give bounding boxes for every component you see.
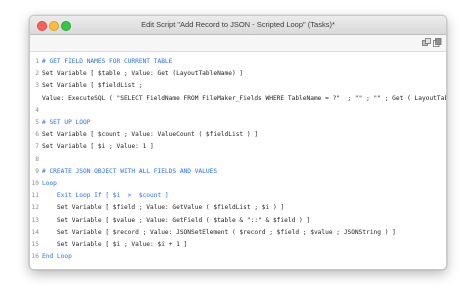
line-number: 3 [35,82,39,90]
line-number: 4 [35,106,39,114]
script-control-step: Exit Loop If [ $i > $count ] [42,192,169,200]
title-bar[interactable]: Edit Script "Add Record to JSON - Script… [30,16,446,35]
script-step: Set Variable [ $table ; Value: Get (Layo… [42,70,244,78]
line-number: 15 [31,241,39,248]
minimize-window-button[interactable] [49,21,59,31]
script-step: Set Variable [ $count ; Value: ValueCoun… [42,131,259,139]
line-number: 10 [31,180,39,187]
zoom-window-button[interactable] [61,21,71,31]
line-number: 6 [35,131,39,139]
script-line[interactable]: Value: ExecuteSQL ( "SELECT FieldName FR… [30,93,446,105]
script-step: Set Variable [ $i ; Value: $i + 1 ] [42,241,188,248]
script-comment: # GET FIELD NAMES FOR CURRENT TABLE [42,58,173,65]
script-line[interactable]: 6 Set Variable [ $count ; Value: ValueCou… [30,129,446,141]
script-line[interactable]: 2 Set Variable [ $table ; Value: Get (Lay… [30,68,446,80]
script-line[interactable]: 7 Set Variable [ $i ; Value: 1 ] [30,141,446,153]
line-number: 5 [35,119,39,126]
script-line[interactable]: 8 [30,154,446,166]
script-line[interactable]: 13 Set Variable [ $value ; Value: GetFie… [30,215,446,227]
script-line[interactable]: 9 # CREATE JSON OBJECT WITH ALL FIELDS AN… [30,166,446,178]
window-title: Edit Script "Add Record to JSON - Script… [141,20,335,29]
line-number: 1 [35,58,39,65]
copy-icon[interactable] [433,38,442,47]
script-comment: # SET UP LOOP [42,119,91,126]
line-number: 13 [31,216,39,224]
line-number: 2 [35,70,39,78]
script-line[interactable]: 15 Set Variable [ $i ; Value: $i + 1 ] [30,239,446,251]
script-line[interactable]: 4 [30,105,446,117]
script-line[interactable]: 14 Set Variable [ $record ; Value: JSONS… [30,227,446,239]
script-editor-window: Edit Script "Add Record to JSON - Script… [29,15,447,270]
script-step: Set Variable [ $field ; Value: GetValue … [42,204,285,212]
line-number: 8 [35,155,39,163]
script-step: Set Variable [ $value ; Value: GetField … [42,216,311,224]
close-window-button[interactable] [37,21,47,31]
line-number: 7 [35,143,39,151]
script-comment: # CREATE JSON OBJECT WITH ALL FIELDS AND… [42,167,218,175]
script-line[interactable]: 3 Set Variable [ $fieldList ; [30,80,446,92]
script-line[interactable]: 16 End Loop [30,251,446,263]
line-number: 14 [31,228,39,236]
line-number: 9 [35,167,39,175]
script-editor[interactable]: 1 # GET FIELD NAMES FOR CURRENT TABLE 2 Set… [30,52,446,269]
script-step: Set Variable [ $record ; Value: JSONSetE… [42,228,396,236]
script-step: Set Variable [ $fieldList ; [42,82,143,90]
script-control-step: End Loop [42,253,72,261]
layers-icon[interactable] [422,38,431,47]
script-line[interactable]: 10 Loop [30,178,446,190]
script-line[interactable]: 1 # GET FIELD NAMES FOR CURRENT TABLE [30,56,446,68]
script-step: Value: ExecuteSQL ( "SELECT FieldName FR… [42,94,446,102]
script-step: Set Variable [ $i ; Value: 1 ] [42,143,154,151]
script-line[interactable]: 11 Exit Loop If [ $i > $count ] [30,190,446,202]
script-line[interactable]: 12 Set Variable [ $field ; Value: GetVal… [30,202,446,214]
line-number: 12 [31,204,39,212]
editor-toolbar [30,35,446,52]
script-line[interactable]: 5 # SET UP LOOP [30,117,446,129]
line-number: 16 [31,253,39,261]
script-control-step: Loop [42,180,57,187]
line-number: 11 [31,192,39,200]
